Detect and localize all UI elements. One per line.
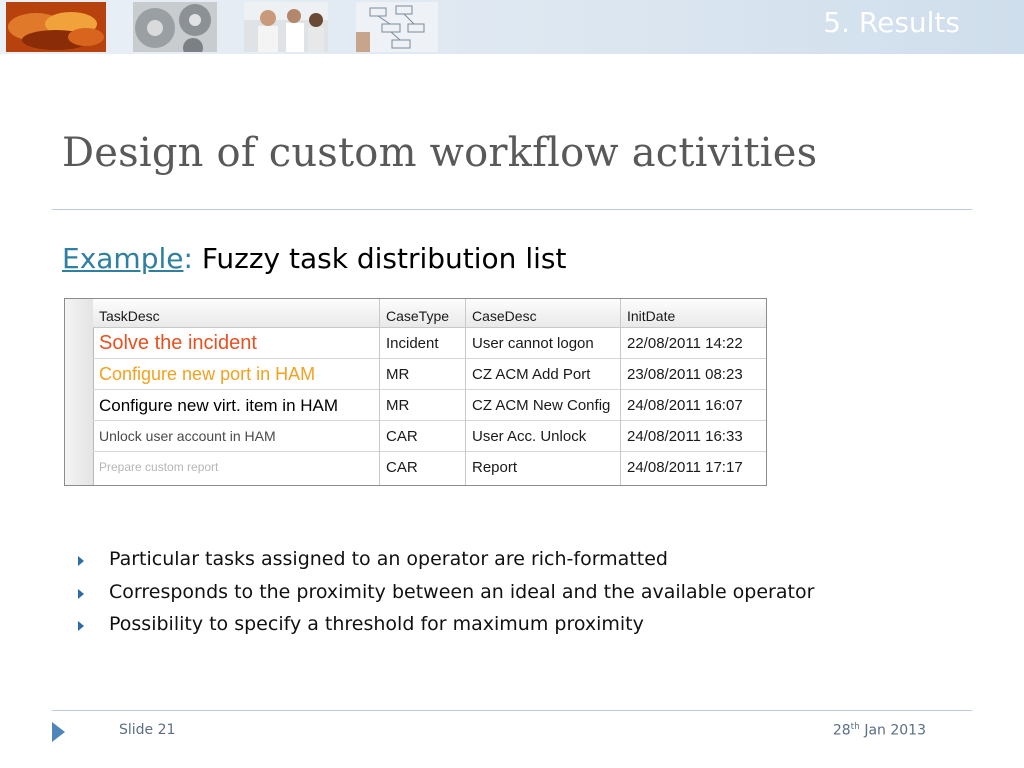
subtitle-colon: : bbox=[183, 242, 193, 275]
date-day: 28 bbox=[832, 722, 851, 739]
cell-initdate: 24/08/2011 17:17 bbox=[627, 459, 743, 476]
grid-header: TaskDesc CaseType CaseDesc InitDate bbox=[93, 299, 766, 328]
table-row[interactable]: Solve the incident Incident User cannot … bbox=[93, 328, 766, 359]
play-arrow-icon bbox=[52, 722, 65, 742]
hands-photo bbox=[6, 2, 106, 52]
task-grid: TaskDesc CaseType CaseDesc InitDate Solv… bbox=[64, 298, 767, 486]
cell-initdate: 24/08/2011 16:33 bbox=[627, 428, 743, 445]
bullet-text: Possibility to specify a threshold for m… bbox=[109, 613, 644, 635]
cell-casedesc: Report bbox=[472, 459, 518, 476]
cell-casetype: CAR bbox=[386, 459, 418, 476]
table-row[interactable]: Unlock user account in HAM CAR User Acc.… bbox=[93, 421, 766, 452]
cell-casetype: MR bbox=[386, 397, 410, 414]
column-divider bbox=[620, 299, 621, 485]
bullet-text: Particular tasks assigned to an operator… bbox=[109, 548, 668, 570]
subtitle: Example: Fuzzy task distribution list bbox=[62, 242, 566, 275]
bullet-text: Corresponds to the proximity between an … bbox=[109, 580, 815, 603]
cell-taskdesc: Solve the incident bbox=[99, 332, 257, 354]
cell-taskdesc: Configure new virt. item in HAM bbox=[99, 396, 339, 415]
cell-taskdesc: Prepare custom report bbox=[99, 460, 219, 474]
column-header-initdate[interactable]: InitDate bbox=[621, 299, 766, 327]
column-header-casedesc[interactable]: CaseDesc bbox=[466, 299, 620, 327]
example-link[interactable]: Example bbox=[62, 242, 183, 275]
column-divider bbox=[379, 299, 380, 485]
slide-number: Slide 21 bbox=[119, 722, 176, 738]
gears-photo bbox=[133, 2, 217, 52]
column-header-casetype[interactable]: CaseType bbox=[380, 299, 465, 327]
cell-casetype: CAR bbox=[386, 428, 418, 445]
flowchart-sketch bbox=[356, 2, 438, 52]
date-rest: Jan 2013 bbox=[859, 722, 926, 739]
cell-initdate: 22/08/2011 14:22 bbox=[627, 335, 743, 352]
cell-initdate: 24/08/2011 16:07 bbox=[627, 397, 743, 414]
cell-casedesc: CZ ACM New Config bbox=[472, 397, 611, 414]
people-photo bbox=[244, 2, 328, 52]
cell-casedesc: CZ ACM Add Port bbox=[472, 366, 591, 383]
table-row[interactable]: Configure new virt. item in HAM MR CZ AC… bbox=[93, 390, 766, 421]
cell-casetype: MR bbox=[386, 366, 410, 383]
table-row[interactable]: Prepare custom report CAR Report 24/08/2… bbox=[93, 452, 766, 483]
header-band: 5. Results bbox=[0, 0, 1024, 54]
footer-date: 28th Jan 2013 bbox=[833, 722, 926, 739]
slide-title: Design of custom workflow activities bbox=[62, 130, 818, 176]
column-divider bbox=[465, 299, 466, 485]
cell-casetype: Incident bbox=[386, 335, 439, 352]
cell-casedesc: User Acc. Unlock bbox=[472, 428, 587, 445]
date-suffix: th bbox=[850, 722, 860, 732]
cell-initdate: 23/08/2011 08:23 bbox=[627, 366, 743, 383]
table-row[interactable]: Configure new port in HAM MR CZ ACM Add … bbox=[93, 359, 766, 390]
cell-taskdesc: Configure new port in HAM bbox=[99, 364, 316, 384]
row-selector-column bbox=[65, 299, 94, 485]
cell-casedesc: User cannot logon bbox=[472, 335, 594, 352]
footer-divider bbox=[52, 710, 972, 711]
section-title: 5. Results bbox=[823, 6, 960, 39]
bullet-arrow-icon bbox=[78, 588, 84, 599]
bullet-arrow-icon bbox=[78, 556, 84, 566]
subtitle-text: Fuzzy task distribution list bbox=[201, 242, 567, 275]
column-header-taskdesc[interactable]: TaskDesc bbox=[93, 299, 379, 327]
cell-taskdesc: Unlock user account in HAM bbox=[99, 428, 276, 444]
title-divider bbox=[52, 209, 972, 210]
bullet-arrow-icon bbox=[78, 621, 84, 631]
